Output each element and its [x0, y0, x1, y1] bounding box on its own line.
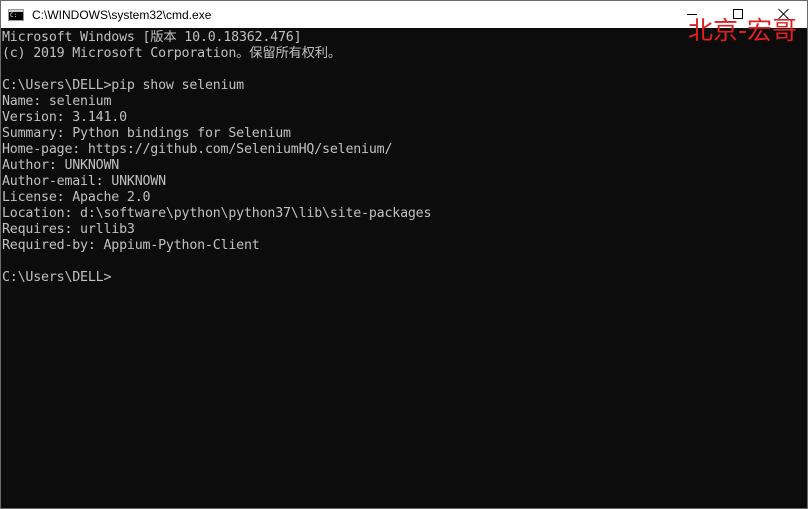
console-line: License: Apache 2.0 — [2, 190, 151, 205]
console-line: Microsoft Windows [版本 10.0.18362.476] — [2, 30, 302, 45]
cmd-window: C:\WINDOWS\system32\cmd.exe 北京-宏哥 Micros… — [0, 0, 808, 509]
console-output[interactable]: Microsoft Windows [版本 10.0.18362.476] (c… — [2, 30, 792, 508]
console-line: C:\Users\DELL>pip show selenium — [2, 78, 244, 93]
console-line: Name: selenium — [2, 94, 112, 109]
window-title: C:\WINDOWS\system32\cmd.exe — [32, 7, 212, 22]
author-watermark: 北京-宏哥 — [687, 16, 797, 45]
console-prompt-line[interactable]: C:\Users\DELL> — [2, 270, 792, 286]
console-line: Required-by: Appium-Python-Client — [2, 238, 260, 253]
console-line: Summary: Python bindings for Selenium — [2, 126, 291, 141]
console-line: Author-email: UNKNOWN — [2, 174, 166, 189]
cmd-app-icon[interactable] — [8, 8, 24, 21]
console-line: Location: d:\software\python\python37\li… — [2, 206, 432, 221]
prompt-text: C:\Users\DELL> — [2, 270, 112, 285]
console-line: (c) 2019 Microsoft Corporation。保留所有权利。 — [2, 46, 341, 61]
vertical-scrollbar[interactable] — [791, 28, 807, 508]
console-line: Author: UNKNOWN — [2, 158, 120, 173]
console-line: Home-page: https://github.com/SeleniumHQ… — [2, 142, 393, 157]
console-line: Version: 3.141.0 — [2, 110, 127, 125]
title-bar[interactable]: C:\WINDOWS\system32\cmd.exe — [1, 1, 807, 28]
console-line: Requires: urllib3 — [2, 222, 135, 237]
